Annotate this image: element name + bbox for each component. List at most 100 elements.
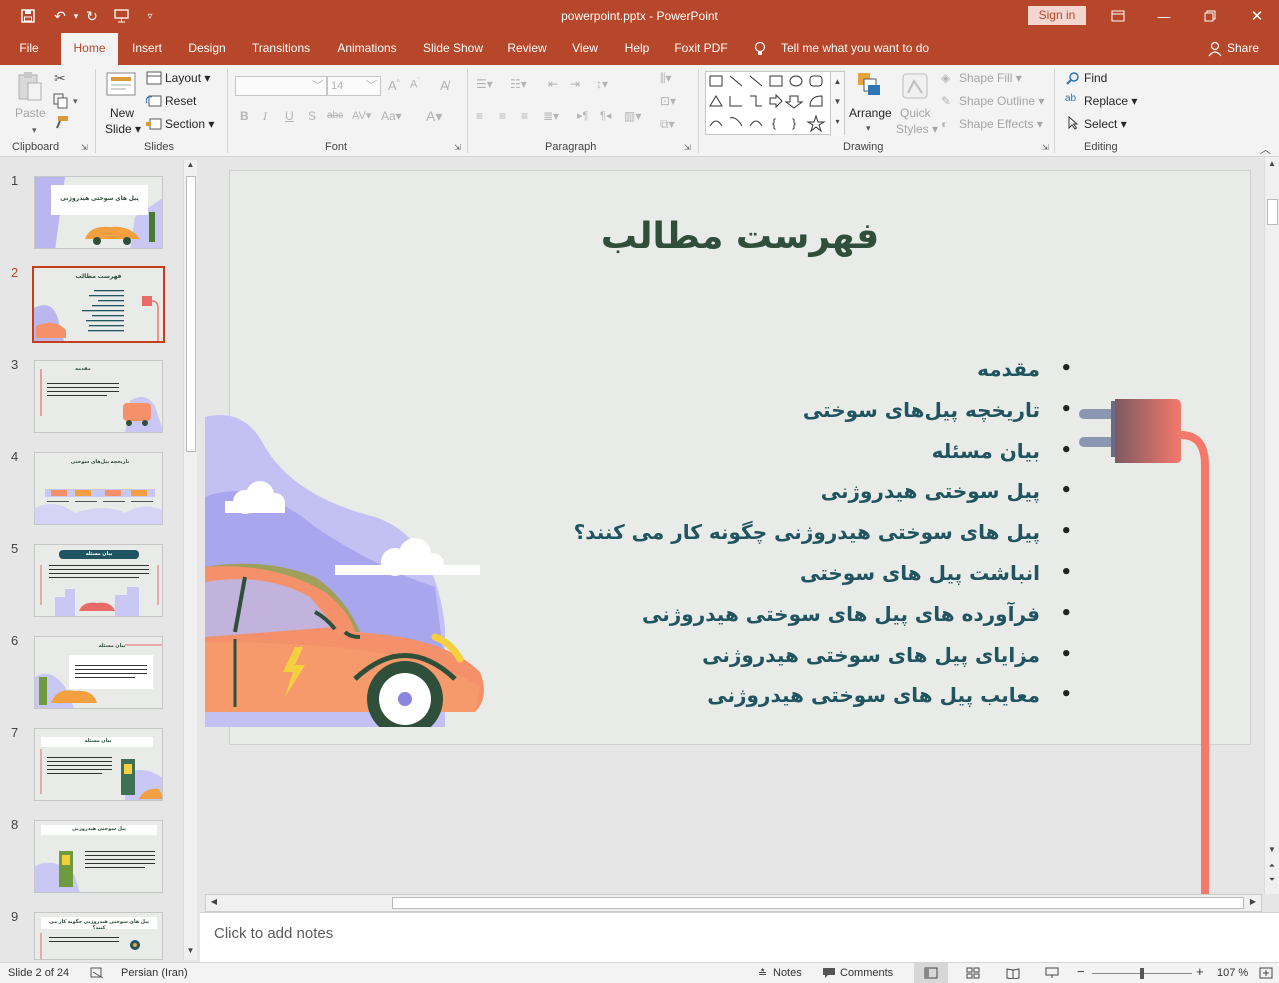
- smartart-icon[interactable]: ⧉▾: [660, 117, 675, 132]
- comments-button[interactable]: Comments: [840, 967, 893, 979]
- arrange-icon[interactable]: [856, 71, 882, 100]
- quick-styles-label[interactable]: Styles ▾: [896, 122, 938, 136]
- shape-effects-icon[interactable]: ◐: [941, 117, 948, 131]
- comments-icon[interactable]: [822, 967, 836, 982]
- tab-help[interactable]: Help: [618, 33, 656, 65]
- tab-file[interactable]: File: [10, 33, 48, 65]
- drawing-launcher-icon[interactable]: ⇲: [1042, 143, 1049, 152]
- shapes-gallery-scroll[interactable]: ▲ ▼ ▾: [830, 72, 844, 136]
- clear-formatting-icon[interactable]: A̸: [440, 78, 449, 93]
- rtl-icon[interactable]: ¶◂: [600, 109, 611, 122]
- ribbon-display-options-icon[interactable]: [1106, 4, 1130, 28]
- cut-icon[interactable]: ✂: [54, 70, 66, 87]
- shape-outline-icon[interactable]: ✎: [941, 94, 951, 108]
- paragraph-launcher-icon[interactable]: ⇲: [684, 143, 691, 152]
- bullet-item[interactable]: پیل های سوختی هیدروژنی چگونه کار می کنند…: [574, 512, 1072, 553]
- paste-button[interactable]: Paste: [15, 106, 46, 120]
- slideshow-view-icon[interactable]: [1045, 967, 1059, 982]
- shape-fill-button[interactable]: Shape Fill ▾: [959, 71, 1022, 85]
- arrange-button[interactable]: Arrange: [849, 106, 892, 120]
- horizontal-scroll-thumb[interactable]: [392, 897, 1244, 909]
- thumbnails-scrollbar[interactable]: ▲ ▼: [183, 160, 197, 960]
- normal-view-button[interactable]: [914, 963, 948, 983]
- previous-slide-icon[interactable]: ⏶: [1265, 861, 1279, 875]
- tell-me-search[interactable]: Tell me what you want to do: [781, 33, 929, 65]
- tab-review[interactable]: Review: [502, 33, 552, 65]
- copy-dropdown-icon[interactable]: ▾: [73, 96, 78, 107]
- bold-icon[interactable]: B: [240, 109, 249, 123]
- bullet-item[interactable]: تاریخچه پیل‌های سوختی: [610, 390, 1072, 431]
- notes-pane[interactable]: Click to add notes: [200, 912, 1279, 962]
- bullet-item[interactable]: بیان مسئله: [610, 431, 1072, 472]
- scroll-left-icon[interactable]: ◀: [208, 897, 220, 909]
- notes-placeholder[interactable]: Click to add notes: [214, 925, 333, 942]
- bullet-item[interactable]: فرآورده های پیل های سوختی هیدروژنی: [610, 594, 1072, 635]
- slide-title[interactable]: فهرست مطالب: [460, 216, 1020, 257]
- slide-thumbnail-4[interactable]: تاریخچه پیل‌های سوختی: [34, 452, 163, 525]
- change-case-icon[interactable]: Aa▾: [381, 109, 402, 123]
- shadow-icon[interactable]: S: [308, 109, 316, 123]
- next-slide-icon[interactable]: ⏷: [1265, 875, 1279, 889]
- slide-vertical-scrollbar[interactable]: ▲ ▼ ⏶ ⏷: [1264, 157, 1279, 894]
- tab-foxit-pdf[interactable]: Foxit PDF: [670, 33, 732, 65]
- new-slide-icon[interactable]: [106, 71, 138, 104]
- font-name-combo[interactable]: ﹀: [235, 76, 327, 96]
- shape-fill-icon[interactable]: ◈: [941, 71, 950, 85]
- shape-effects-button[interactable]: Shape Effects ▾: [959, 117, 1043, 131]
- font-launcher-icon[interactable]: ⇲: [454, 143, 461, 152]
- italic-icon[interactable]: I: [263, 109, 267, 124]
- select-cursor-icon[interactable]: [1067, 115, 1079, 133]
- zoom-level[interactable]: 107 %: [1217, 967, 1248, 979]
- slide-thumbnail-2[interactable]: فهرست مطالب: [32, 266, 165, 343]
- strikethrough-icon[interactable]: abc: [327, 110, 343, 121]
- thumbnails-scroll-thumb[interactable]: [186, 176, 196, 452]
- quick-styles-icon[interactable]: [900, 71, 930, 104]
- zoom-in-button[interactable]: +: [1196, 964, 1204, 979]
- layout-icon[interactable]: [146, 71, 162, 88]
- slide-thumbnail-8[interactable]: پیل سوختی هیدروژنی: [34, 820, 163, 893]
- replace-button[interactable]: Replace ▾: [1084, 94, 1137, 108]
- justify-icon[interactable]: ≣▾: [543, 109, 559, 123]
- align-left-icon[interactable]: ≡: [476, 109, 483, 123]
- decrease-indent-icon[interactable]: ⇤: [548, 77, 558, 91]
- section-button[interactable]: Section ▾: [165, 117, 214, 131]
- tab-slide-show[interactable]: Slide Show: [418, 33, 488, 65]
- columns-icon[interactable]: ▥▾: [624, 109, 641, 123]
- content-bullets[interactable]: مقدمه تاریخچه پیل‌های سوختی بیان مسئله پ…: [574, 349, 1072, 716]
- font-name-dropdown-icon[interactable]: ﹀: [312, 77, 323, 95]
- new-slide-label[interactable]: Slide ▾: [105, 122, 141, 136]
- sign-in-button[interactable]: Sign in: [1028, 6, 1086, 25]
- text-direction-icon[interactable]: ⫼▾: [660, 71, 672, 86]
- reading-view-icon[interactable]: [1006, 967, 1020, 982]
- language-indicator[interactable]: Persian (Iran): [121, 967, 188, 979]
- zoom-out-button[interactable]: −: [1077, 964, 1085, 979]
- align-right-icon[interactable]: ≡: [521, 109, 528, 123]
- slide-thumbnail-3[interactable]: مقدمه: [34, 360, 163, 433]
- share-button[interactable]: Share: [1227, 33, 1259, 65]
- paste-icon[interactable]: [16, 71, 44, 106]
- bullets-icon[interactable]: ☰▾: [476, 77, 493, 91]
- scroll-up-icon[interactable]: ▲: [1265, 159, 1279, 173]
- minimize-icon[interactable]: —: [1152, 4, 1176, 28]
- tab-transitions[interactable]: Transitions: [246, 33, 316, 65]
- car-illustration[interactable]: [205, 407, 495, 727]
- increase-font-size-icon[interactable]: A^: [388, 78, 400, 93]
- replace-icon[interactable]: ab: [1065, 93, 1076, 104]
- numbering-icon[interactable]: ☷▾: [510, 77, 527, 91]
- bullet-item[interactable]: پیل سوختی هیدروژنی: [610, 471, 1072, 512]
- select-button[interactable]: Select ▾: [1084, 117, 1127, 131]
- notes-button[interactable]: Notes: [773, 967, 802, 979]
- plug-illustration[interactable]: [1075, 395, 1215, 894]
- slide-thumbnail-7[interactable]: بیان مسئله: [34, 728, 163, 801]
- scroll-down-icon[interactable]: ▼: [184, 946, 197, 960]
- bullet-item[interactable]: مقدمه: [610, 349, 1072, 390]
- scroll-right-icon[interactable]: ▶: [1247, 897, 1259, 909]
- fit-to-window-icon[interactable]: [1259, 967, 1273, 982]
- bullet-item[interactable]: مزایای پیل های سوختی هیدروژنی: [610, 635, 1072, 676]
- increase-indent-icon[interactable]: ⇥: [570, 77, 580, 91]
- font-size-combo[interactable]: 14 ﹀: [327, 76, 381, 96]
- tab-insert[interactable]: Insert: [126, 33, 168, 65]
- format-painter-icon[interactable]: [54, 115, 70, 132]
- arrange-dropdown-icon[interactable]: ▾: [866, 123, 871, 134]
- scroll-down-icon[interactable]: ▼: [1265, 845, 1279, 859]
